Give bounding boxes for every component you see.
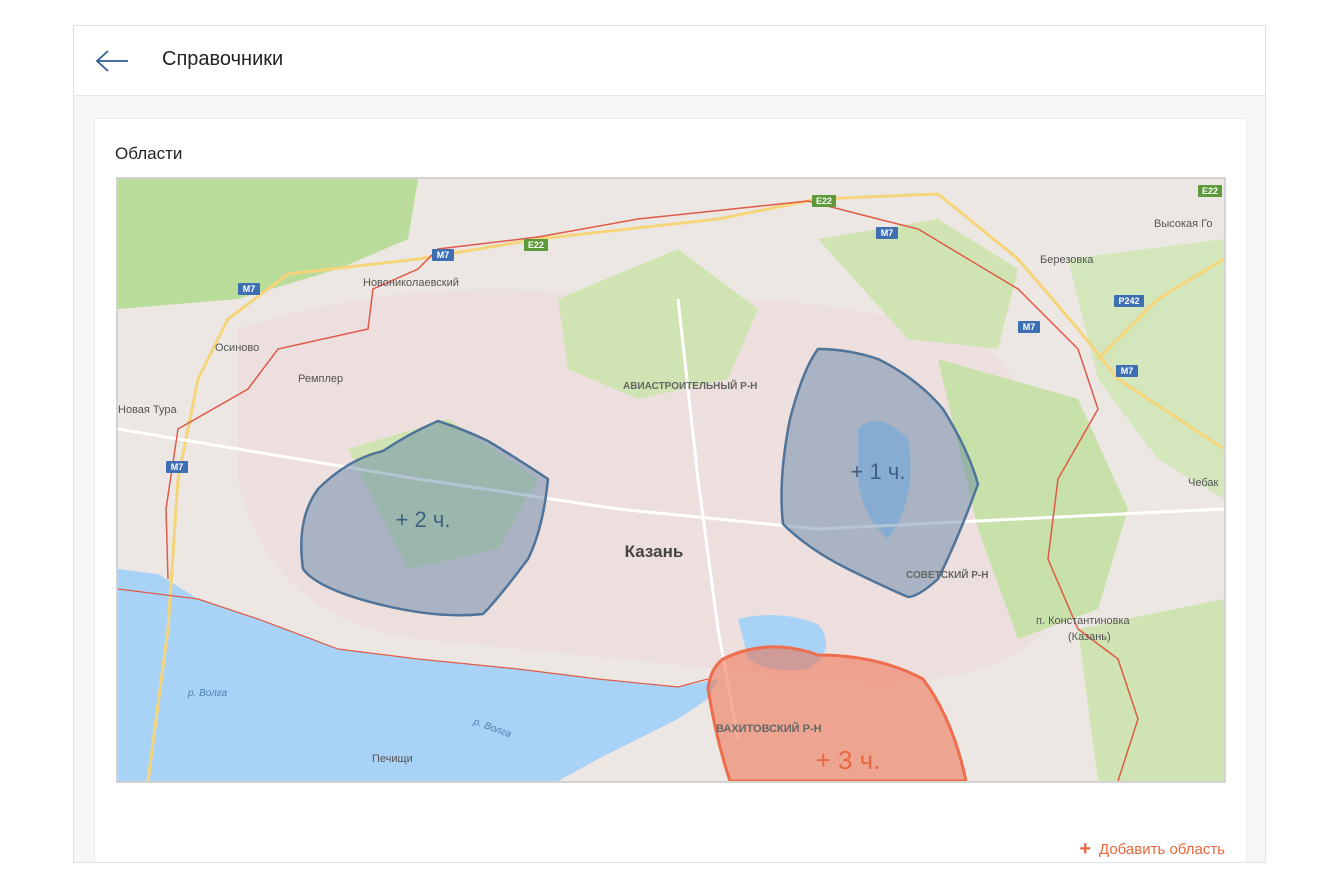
plus-icon: + <box>1079 838 1091 860</box>
place-label: АВИАСТРОИТЕЛЬНЫЙ Р-Н <box>623 379 757 392</box>
svg-text:E22: E22 <box>816 196 832 206</box>
svg-text:E22: E22 <box>528 240 544 250</box>
river-label: р. Волга <box>187 688 228 699</box>
place-label: Чебак <box>1188 477 1218 489</box>
road-shield-m7: M7 <box>876 227 898 239</box>
place-label: Осиново <box>215 342 259 354</box>
place-label: п. Константиновка <box>1036 615 1131 627</box>
place-label: Березовка <box>1040 254 1094 266</box>
place-label: Новая Тура <box>118 404 178 416</box>
road-shield-m7: M7 <box>1116 365 1138 377</box>
road-shield-m7: M7 <box>166 461 188 473</box>
back-button[interactable] <box>92 46 132 76</box>
place-label: Ремплер <box>298 373 343 385</box>
place-label: ВАХИТОВСКИЙ Р-Н <box>716 722 822 735</box>
road-shield-e22: E22 <box>1198 185 1222 197</box>
add-zone-label: Добавить область <box>1099 840 1225 858</box>
zones-card: Области + 2 ч. + 1 ч. + 3 ч. Казань Ново… <box>94 118 1247 862</box>
app-frame: Справочники Области + 2 ч. + 1 ч. + 3 ч.… <box>73 25 1266 863</box>
section-title: Области <box>115 144 183 163</box>
svg-text:M7: M7 <box>881 228 894 238</box>
map-view[interactable]: + 2 ч. + 1 ч. + 3 ч. Казань Новониколаев… <box>116 177 1226 783</box>
arrow-left-icon <box>95 50 128 72</box>
place-label: СОВЕТСКИЙ Р-Н <box>906 568 988 581</box>
svg-text:M7: M7 <box>171 462 184 472</box>
map-canvas[interactable]: + 2 ч. + 1 ч. + 3 ч. Казань Новониколаев… <box>118 179 1224 781</box>
svg-text:E22: E22 <box>1202 186 1218 196</box>
add-zone-button[interactable]: + Добавить область <box>1079 839 1225 859</box>
svg-text:M7: M7 <box>437 250 450 260</box>
page-title: Справочники <box>162 48 284 70</box>
zone-label: + 3 ч. <box>816 745 881 775</box>
place-label: Высокая Го <box>1154 218 1213 230</box>
svg-text:M7: M7 <box>1023 322 1036 332</box>
zone-label: + 1 ч. <box>851 459 906 484</box>
road-shield-m7: M7 <box>1018 321 1040 333</box>
place-label: Печищи <box>372 753 413 765</box>
page-header: Справочники <box>74 26 1265 96</box>
svg-text:M7: M7 <box>243 284 256 294</box>
road-shield-e22: E22 <box>812 195 836 207</box>
road-shield-m7: M7 <box>238 283 260 295</box>
road-shield-e22: E22 <box>524 239 548 251</box>
zone-label: + 2 ч. <box>396 507 451 532</box>
road-shield-m7: M7 <box>432 249 454 261</box>
city-label: Казань <box>625 542 684 561</box>
place-label: Новониколаевский <box>363 277 459 289</box>
road-shield-p242: P242 <box>1114 295 1144 307</box>
svg-text:M7: M7 <box>1121 366 1134 376</box>
place-label: (Казань) <box>1068 631 1111 643</box>
svg-text:P242: P242 <box>1118 296 1139 306</box>
